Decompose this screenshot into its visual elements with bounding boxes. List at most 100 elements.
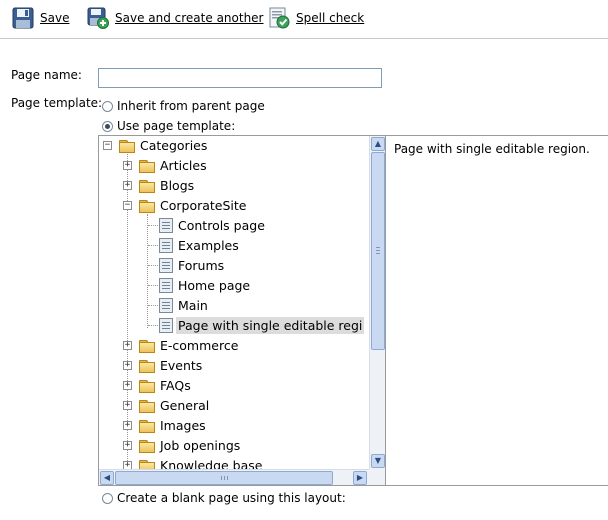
tree-item-blogs[interactable]: Blogs [139, 175, 196, 195]
tree-item-label: General [160, 397, 210, 413]
tree-item-main[interactable]: Main [159, 295, 210, 315]
save-and-new-icon [87, 7, 109, 29]
folder-icon [119, 139, 135, 153]
tree-item-label: Page with single editable regi [176, 316, 365, 334]
tree-item-label: Main [178, 297, 208, 313]
tree-item-label: Examples [178, 237, 239, 253]
page-template-icon [159, 257, 173, 273]
tree-item-examples[interactable]: Examples [159, 235, 241, 255]
scrollbar-corner [369, 469, 385, 485]
use-template-label: Use page template: [117, 119, 236, 133]
page-template-icon [159, 297, 173, 313]
spell-check-label: Spell check [296, 11, 365, 25]
tree-item-controls-page[interactable]: Controls page [159, 215, 267, 235]
page-name-label: Page name: [11, 68, 82, 82]
tree-horizontal-scroll-thumb[interactable] [115, 471, 333, 485]
folder-icon [139, 379, 155, 393]
page-name-input[interactable] [98, 68, 382, 88]
inherit-template-option[interactable]: Inherit from parent page [102, 98, 265, 114]
tree-item-label: Blogs [160, 177, 195, 193]
toolbar: Save Save and create another Spell check [0, 0, 608, 39]
folder-icon [139, 179, 155, 193]
expand-icon[interactable]: + [123, 361, 132, 370]
expand-icon[interactable]: + [123, 401, 132, 410]
tree-connector [148, 265, 158, 266]
tree-item-label: Knowledge base [160, 457, 263, 470]
spell-check-button[interactable]: Spell check [268, 7, 364, 29]
tree-item-general[interactable]: General [139, 395, 211, 415]
scroll-left-icon[interactable]: ◀ [100, 471, 114, 485]
scroll-down-icon[interactable]: ▼ [371, 454, 385, 468]
tree-connector [148, 225, 158, 226]
expand-icon[interactable]: + [123, 341, 132, 350]
page-template-icon [159, 217, 173, 233]
spell-check-icon [268, 7, 290, 29]
expand-icon[interactable]: + [123, 181, 132, 190]
tree-item-label: Images [160, 417, 206, 433]
inherit-template-radio[interactable] [102, 100, 113, 112]
collapse-icon[interactable]: − [103, 141, 112, 150]
tree-item-page-with-single-editable-region[interactable]: Page with single editable regi [159, 315, 365, 335]
expand-icon[interactable]: + [123, 461, 132, 469]
tree-item-label: Articles [160, 157, 207, 173]
template-description-panel: Page with single editable region. [386, 135, 608, 486]
folder-icon [139, 359, 155, 373]
page-template-label: Page template: [11, 96, 103, 110]
expand-icon[interactable]: + [123, 381, 132, 390]
tree-connector [148, 245, 158, 246]
tree-vertical-scrollbar[interactable]: ▲ ▼ [369, 136, 385, 469]
tree-item-knowledge-base[interactable]: Knowledge base [139, 455, 264, 469]
collapse-icon[interactable]: − [123, 201, 132, 210]
scroll-up-icon[interactable]: ▲ [371, 137, 385, 151]
tree-connector [148, 325, 158, 326]
tree-item-label: Events [160, 357, 203, 373]
tree-item-job-openings[interactable]: Job openings [139, 435, 242, 455]
tree-item-faqs[interactable]: FAQs [139, 375, 193, 395]
expand-icon[interactable]: + [123, 161, 132, 170]
tree-item-events[interactable]: Events [139, 355, 204, 375]
save-and-create-another-label: Save and create another [115, 11, 264, 25]
blank-page-label: Create a blank page using this layout: [117, 491, 346, 505]
tree-horizontal-scrollbar[interactable]: ◀ ▶ [99, 469, 369, 485]
template-description: Page with single editable region. [394, 142, 590, 156]
tree-item-forums[interactable]: Forums [159, 255, 226, 275]
tree-item-e-commerce[interactable]: E-commerce [139, 335, 240, 355]
use-template-option[interactable]: Use page template: [102, 118, 235, 134]
tree-item-label: Categories [140, 137, 208, 153]
tree-item-label: Job openings [160, 437, 241, 453]
use-template-radio[interactable] [102, 120, 113, 132]
page-template-icon [159, 317, 173, 333]
tree-item-label: Forums [178, 257, 225, 273]
template-tree: − Categories + Articles + Blogs − Corpor… [99, 136, 369, 469]
tree-connector [148, 285, 158, 286]
folder-icon [139, 439, 155, 453]
tree-vertical-scroll-thumb[interactable] [371, 152, 385, 350]
tree-item-articles[interactable]: Articles [139, 155, 209, 175]
tree-item-images[interactable]: Images [139, 415, 208, 435]
tree-connector [148, 305, 158, 306]
floppy-disk-icon [12, 7, 34, 29]
save-button[interactable]: Save [12, 7, 69, 29]
blank-page-radio[interactable] [102, 492, 113, 504]
page-template-icon [159, 237, 173, 253]
folder-icon [139, 339, 155, 353]
tree-item-label: E-commerce [160, 337, 239, 353]
tree-item-label: Home page [178, 277, 251, 293]
tree-item-home-page[interactable]: Home page [159, 275, 252, 295]
inherit-template-label: Inherit from parent page [117, 99, 265, 113]
tree-item-label: CorporateSite [160, 197, 247, 213]
tree-item-categories[interactable]: Categories [119, 136, 209, 155]
tree-item-corporatesite[interactable]: CorporateSite [139, 195, 249, 215]
folder-icon [139, 199, 155, 213]
folder-icon [139, 399, 155, 413]
tree-connector [147, 214, 148, 328]
expand-icon[interactable]: + [123, 441, 132, 450]
expand-icon[interactable]: + [123, 421, 132, 430]
folder-icon [139, 419, 155, 433]
blank-page-option[interactable]: Create a blank page using this layout: [102, 490, 346, 506]
tree-item-label: FAQs [160, 377, 191, 393]
save-and-create-another-button[interactable]: Save and create another [87, 7, 264, 29]
folder-icon [139, 159, 155, 173]
scroll-right-icon[interactable]: ▶ [353, 471, 367, 485]
template-tree-panel: − Categories + Articles + Blogs − Corpor… [98, 135, 386, 486]
